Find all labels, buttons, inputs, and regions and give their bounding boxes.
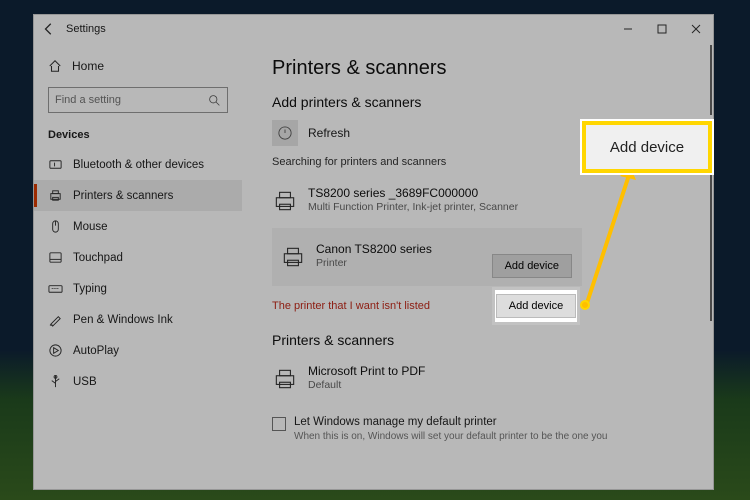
- close-button[interactable]: [679, 15, 713, 43]
- scrollbar[interactable]: [709, 43, 713, 489]
- maximize-button[interactable]: [645, 15, 679, 43]
- default-printer-checkbox[interactable]: [272, 417, 286, 431]
- device-name: Microsoft Print to PDF: [308, 364, 425, 378]
- sidebar-item-label: Typing: [73, 283, 107, 295]
- titlebar: Settings: [34, 15, 713, 43]
- callout-label: Add device: [610, 139, 684, 156]
- mouse-icon: [48, 219, 63, 234]
- sidebar-item-label: AutoPlay: [73, 345, 119, 357]
- sidebar-item-mouse[interactable]: Mouse: [34, 211, 242, 242]
- add-device-button-highlight: Add device: [496, 294, 576, 318]
- sidebar-item-touchpad[interactable]: Touchpad: [34, 242, 242, 273]
- device-name: TS8200 series _3689FC000000: [308, 186, 518, 200]
- page-title: Printers & scanners: [272, 57, 683, 80]
- pen-icon: [48, 312, 63, 327]
- sidebar-item-label: USB: [73, 376, 97, 388]
- refresh-label: Refresh: [308, 126, 350, 140]
- search-field[interactable]: [55, 94, 208, 106]
- add-device-button[interactable]: Add device: [492, 254, 572, 278]
- home-icon: [48, 59, 62, 73]
- section-list-header: Printers & scanners: [272, 332, 683, 348]
- search-icon: [208, 94, 221, 107]
- sidebar-home[interactable]: Home: [34, 53, 242, 79]
- annotation-callout-big: Add device: [582, 121, 712, 173]
- settings-window: Settings Home: [33, 14, 714, 490]
- touchpad-icon: [48, 250, 63, 265]
- device-name: Canon TS8200 series: [316, 242, 432, 256]
- sidebar-item-usb[interactable]: USB: [34, 366, 242, 397]
- refresh-button[interactable]: [272, 120, 298, 146]
- refresh-icon: [278, 126, 292, 140]
- printer-icon: [280, 244, 306, 270]
- annotation-highlight-small: Add device: [495, 290, 577, 322]
- device-row[interactable]: TS8200 series _3689FC000000 Multi Functi…: [272, 180, 683, 224]
- device-row-selected[interactable]: Canon TS8200 series Printer Add device: [272, 228, 582, 286]
- back-icon[interactable]: [42, 22, 56, 36]
- printer-icon: [272, 188, 298, 214]
- sidebar-item-typing[interactable]: Typing: [34, 273, 242, 304]
- sidebar: Home Devices Bluetooth & other devices: [34, 43, 242, 489]
- section-add-header: Add printers & scanners: [272, 94, 683, 110]
- annotation-dot-icon: [580, 300, 590, 310]
- usb-icon: [48, 374, 63, 389]
- device-subtitle: Multi Function Printer, Ink-jet printer,…: [308, 201, 518, 213]
- sidebar-item-label: Mouse: [73, 221, 108, 233]
- bluetooth-icon: [48, 157, 63, 172]
- device-subtitle: Printer: [316, 257, 432, 269]
- sidebar-item-label: Touchpad: [73, 252, 123, 264]
- printer-icon: [272, 366, 298, 392]
- sidebar-section-title: Devices: [34, 123, 242, 149]
- device-row[interactable]: Microsoft Print to PDF Default: [272, 358, 683, 398]
- sidebar-item-label: Pen & Windows Ink: [73, 314, 173, 326]
- checkbox-label: Let Windows manage my default printer: [294, 416, 608, 428]
- printer-icon: [48, 188, 63, 203]
- window-title: Settings: [66, 23, 106, 35]
- checkbox-hint: When this is on, Windows will set your d…: [294, 431, 608, 442]
- sidebar-item-printers[interactable]: Printers & scanners: [34, 180, 242, 211]
- printer-not-listed-link[interactable]: The printer that I want isn't listed: [272, 300, 430, 312]
- sidebar-item-label: Bluetooth & other devices: [73, 159, 204, 171]
- minimize-button[interactable]: [611, 15, 645, 43]
- sidebar-item-pen[interactable]: Pen & Windows Ink: [34, 304, 242, 335]
- keyboard-icon: [48, 281, 63, 296]
- content-pane: Printers & scanners Add printers & scann…: [242, 43, 713, 489]
- sidebar-item-bluetooth[interactable]: Bluetooth & other devices: [34, 149, 242, 180]
- search-input[interactable]: [48, 87, 228, 113]
- sidebar-item-autoplay[interactable]: AutoPlay: [34, 335, 242, 366]
- autoplay-icon: [48, 343, 63, 358]
- device-subtitle: Default: [308, 379, 425, 391]
- sidebar-home-label: Home: [72, 59, 104, 73]
- sidebar-item-label: Printers & scanners: [73, 190, 173, 202]
